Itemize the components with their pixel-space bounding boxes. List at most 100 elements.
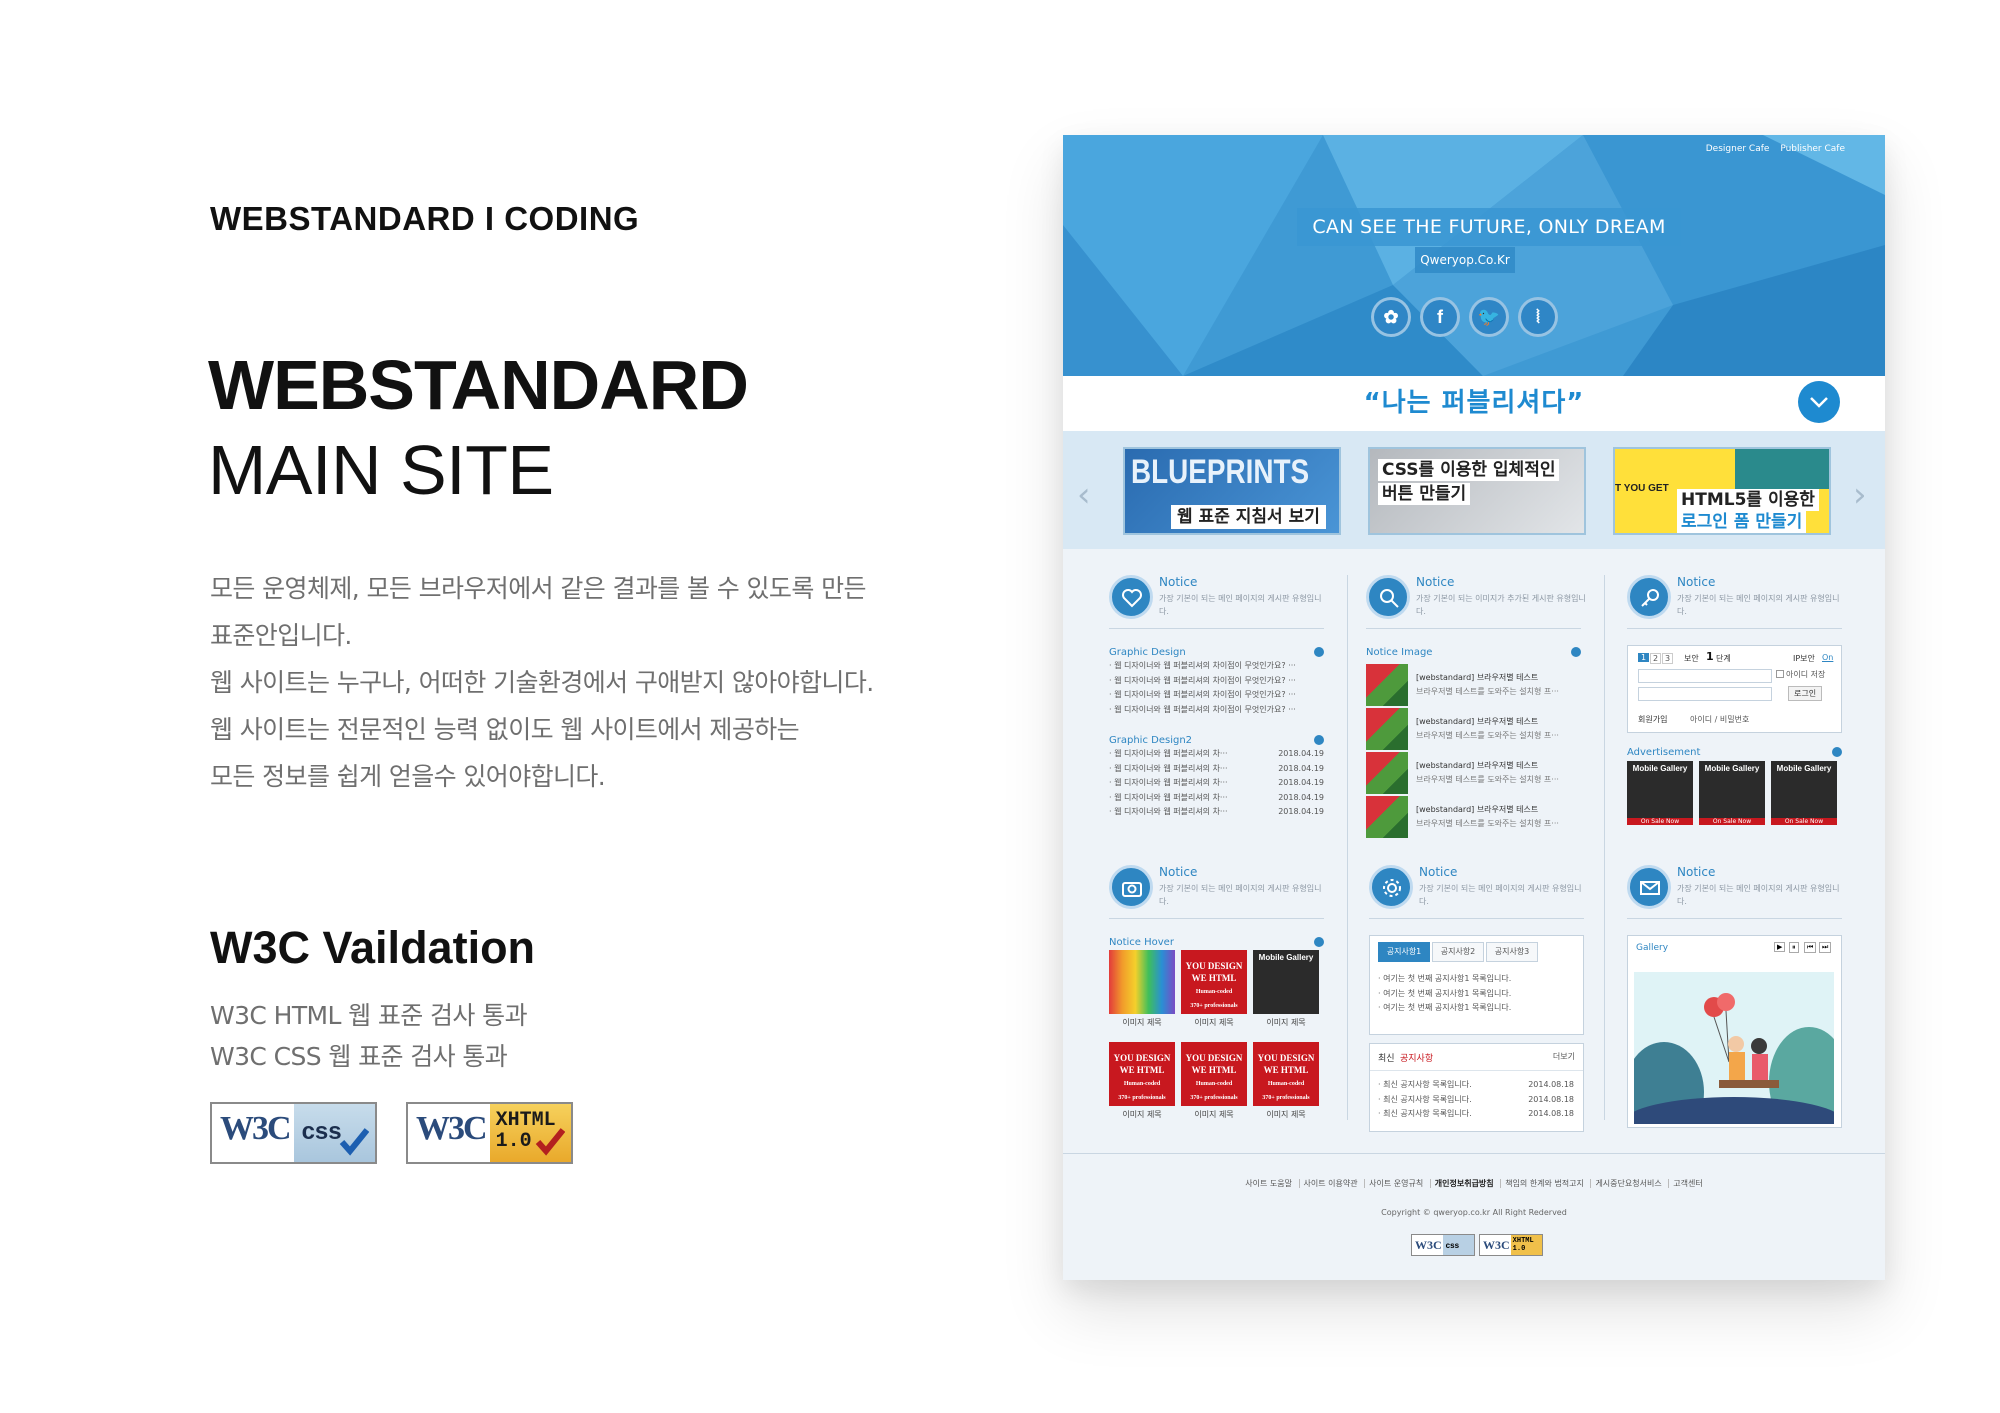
ad-thumbnail[interactable]: Mobile Gallery On Sale Now bbox=[1699, 761, 1765, 825]
list-item[interactable]: · 웹 디자이너와 웹 퍼블리셔의 차··· 2018.04.19 bbox=[1109, 791, 1324, 806]
footer-link[interactable]: 게시중단요청서비스 bbox=[1590, 1179, 1666, 1188]
list-item[interactable]: · 최신 공지사항 목록입니다. 2014.08.18 bbox=[1378, 1078, 1574, 1093]
list-item[interactable]: · 웹 디자이너와 웹 퍼블리셔의 차··· 2018.04.19 bbox=[1109, 762, 1324, 777]
list-item[interactable]: · 최신 공지사항 목록입니다. 2014.08.18 bbox=[1378, 1107, 1574, 1122]
panel-title[interactable]: Notice bbox=[1419, 865, 1457, 879]
security-page-1[interactable]: 1 bbox=[1638, 653, 1650, 662]
slide-html5-login[interactable]: T YOU GET HTML5를 이용한 로그인 폼 만들기 bbox=[1613, 447, 1831, 535]
promo-line: Human-coded bbox=[1195, 1081, 1233, 1087]
gallery-prev-button[interactable]: ⏮ bbox=[1804, 942, 1817, 953]
ad-sale: On Sale Now bbox=[1699, 818, 1765, 825]
facebook-icon[interactable]: f bbox=[1420, 297, 1460, 337]
section-title[interactable]: Graphic Design bbox=[1109, 647, 1186, 658]
list-item[interactable]: · 웹 디자이너와 웹 퍼블리셔의 차··· 2018.04.19 bbox=[1109, 805, 1324, 820]
list-item[interactable]: · 웹 디자이너와 웹 퍼블리셔의 차··· 2018.04.19 bbox=[1109, 747, 1324, 762]
panel-title[interactable]: Notice bbox=[1159, 575, 1197, 589]
section-title[interactable]: Notice Hover bbox=[1109, 937, 1174, 948]
footer-link[interactable]: 사이트 이용약관 bbox=[1298, 1179, 1362, 1188]
footer-link[interactable]: 사이트 운영규칙 bbox=[1364, 1179, 1428, 1188]
flickr-icon[interactable]: ✿ bbox=[1371, 297, 1411, 337]
top-link-publisher[interactable]: Publisher Cafe bbox=[1780, 144, 1845, 154]
rss-icon[interactable]: ⦚ bbox=[1518, 297, 1558, 337]
slide-caption: 웹 표준 지침서 보기 bbox=[1171, 505, 1326, 529]
username-input[interactable] bbox=[1638, 669, 1772, 683]
more-link[interactable]: 더보기 bbox=[1553, 1051, 1575, 1062]
w3c-css-badge[interactable]: W3C css bbox=[210, 1102, 377, 1164]
badge-label-text: XHTML bbox=[1512, 1237, 1534, 1245]
ip-security-toggle[interactable]: On bbox=[1822, 653, 1833, 662]
list-item[interactable]: · 여기는 첫 번째 공지사항1 목록입니다. bbox=[1378, 972, 1593, 987]
list-item[interactable]: · 웹 디자이너와 웹 퍼블리셔의 차이점이 무엇인가요? ··· bbox=[1109, 703, 1324, 718]
hover-thumbnail[interactable]: YOU DESIGN WE HTML Human-coded 370+ profess… bbox=[1181, 950, 1247, 1027]
plus-icon[interactable] bbox=[1314, 937, 1324, 947]
hover-thumbnail[interactable]: 이미지 제목 bbox=[1109, 950, 1175, 1027]
slider-next-icon[interactable]: › bbox=[1853, 475, 1867, 515]
slide-css-button[interactable]: CSS를 이용한 입체적인 버튼 만들기 bbox=[1368, 447, 1586, 535]
list-item[interactable]: · 여기는 첫 번째 공지사항1 목록입니다. bbox=[1378, 987, 1593, 1002]
image-news-item[interactable]: [webstandard] 브라우저별 테스트 브라우저별 테스트를 도와주는 설… bbox=[1366, 708, 1581, 750]
ip-security-label: IP보안 bbox=[1793, 654, 1815, 663]
mini-xhtml-badge[interactable]: W3C XHTML 1.0 bbox=[1479, 1234, 1543, 1256]
image-news-item[interactable]: [webstandard] 브라우저별 테스트 브라우저별 테스트를 도와주는 설… bbox=[1366, 664, 1581, 706]
image-news-item[interactable]: [webstandard] 브라우저별 테스트 브라우저별 테스트를 도와주는 설… bbox=[1366, 752, 1581, 794]
tab-notice3[interactable]: 공지사항3 bbox=[1486, 942, 1538, 962]
ad-thumbnail[interactable]: Mobile Gallery On Sale Now bbox=[1771, 761, 1837, 825]
tab-notice1[interactable]: 공지사항1 bbox=[1378, 942, 1430, 962]
list-item[interactable]: · 최신 공지사항 목록입니다. 2014.08.18 bbox=[1378, 1093, 1574, 1108]
gallery-next-button[interactable]: ⏭ bbox=[1819, 942, 1832, 953]
password-input[interactable] bbox=[1638, 687, 1772, 701]
section-title[interactable]: Notice Image bbox=[1366, 647, 1432, 658]
scroll-down-button[interactable] bbox=[1798, 381, 1840, 423]
list-item[interactable]: · 여기는 첫 번째 공지사항1 목록입니다. bbox=[1378, 1001, 1593, 1016]
copyright: Copyright © qweryop.co.kr All Right Rede… bbox=[1381, 1208, 1567, 1217]
footer-link[interactable]: 책임의 한계와 법적고지 bbox=[1500, 1179, 1588, 1188]
panel-title[interactable]: Notice bbox=[1677, 575, 1715, 589]
panel-title[interactable]: Notice bbox=[1159, 865, 1197, 879]
top-link-designer[interactable]: Designer Cafe bbox=[1706, 144, 1770, 154]
ad-thumbnail[interactable]: Mobile Gallery On Sale Now bbox=[1627, 761, 1693, 825]
gallery-pause-button[interactable]: ⏸ bbox=[1789, 942, 1799, 953]
security-page-2[interactable]: 2 bbox=[1650, 653, 1662, 664]
badge-label: css bbox=[293, 1104, 375, 1162]
twitter-icon[interactable]: 🐦 bbox=[1469, 297, 1509, 337]
notice-tabs-box: 공지사항1 공지사항2 공지사항3 · 여기는 첫 번째 공지사항1 목록입니다… bbox=[1369, 935, 1584, 1035]
list-item[interactable]: · 웹 디자이너와 웹 퍼블리셔의 차··· 2018.04.19 bbox=[1109, 776, 1324, 791]
section-title[interactable]: Graphic Design2 bbox=[1109, 735, 1192, 746]
security-page-3[interactable]: 3 bbox=[1662, 653, 1674, 664]
save-id-checkbox[interactable] bbox=[1776, 670, 1784, 678]
hover-thumbnail[interactable]: YOU DESIGN WE HTML Human-coded 370+ profess… bbox=[1253, 1042, 1319, 1119]
footer-link[interactable]: 고객센터 bbox=[1668, 1179, 1707, 1188]
image-news-item[interactable]: [webstandard] 브라우저별 테스트 브라우저별 테스트를 도와주는 설… bbox=[1366, 796, 1581, 838]
list-item[interactable]: · 웹 디자이너와 웹 퍼블리셔의 차이점이 무엇인가요? ··· bbox=[1109, 674, 1324, 689]
list-item[interactable]: · 웹 디자이너와 웹 퍼블리셔의 차이점이 무엇인가요? ··· bbox=[1109, 688, 1324, 703]
list-item-title: · 웹 디자이너와 웹 퍼블리셔의 차··· bbox=[1109, 807, 1228, 816]
gear-icon bbox=[1383, 879, 1401, 897]
login-button[interactable]: 로그인 bbox=[1788, 686, 1823, 701]
recent-prefix: 최신 bbox=[1378, 1054, 1395, 1064]
join-link[interactable]: 회원가입 bbox=[1638, 714, 1667, 725]
w3c-xhtml-badge[interactable]: W3C XHTML 1.0 bbox=[406, 1102, 573, 1164]
footer-link[interactable]: 사이트 도움말 bbox=[1241, 1179, 1296, 1188]
find-account-link[interactable]: 아이디 / 비밀번호 bbox=[1690, 714, 1749, 725]
hover-thumbnail[interactable]: YOU DESIGN WE HTML Human-coded 370+ profess… bbox=[1109, 1042, 1175, 1119]
mini-css-badge[interactable]: W3C css bbox=[1411, 1234, 1475, 1256]
list-item-date: 2018.04.19 bbox=[1278, 763, 1324, 773]
panel-title[interactable]: Notice bbox=[1416, 575, 1454, 589]
plus-icon[interactable] bbox=[1314, 735, 1324, 745]
list-item-date: 2014.08.18 bbox=[1528, 1109, 1574, 1118]
panel-title[interactable]: Notice bbox=[1677, 865, 1715, 879]
list-item[interactable]: · 웹 디자이너와 웹 퍼블리셔의 차이점이 무엇인가요? ··· bbox=[1109, 659, 1324, 674]
plus-icon[interactable] bbox=[1314, 647, 1324, 657]
plus-icon[interactable] bbox=[1832, 747, 1842, 757]
slide-blueprints[interactable]: BLUEPRINTS 웹 표준 지침서 보기 bbox=[1123, 447, 1341, 535]
section-title[interactable]: Advertisement bbox=[1627, 747, 1700, 758]
plus-icon[interactable] bbox=[1571, 647, 1581, 657]
hover-thumbnail[interactable]: Mobile Gallery 이미지 제목 bbox=[1253, 950, 1319, 1027]
footer-link-privacy[interactable]: 개인정보취급방침 bbox=[1429, 1179, 1498, 1188]
gallery-play-button[interactable]: ▶ bbox=[1774, 942, 1786, 952]
slider-prev-icon[interactable]: ‹ bbox=[1077, 475, 1091, 515]
divider bbox=[1109, 918, 1324, 919]
hover-thumbnail[interactable]: YOU DESIGN WE HTML Human-coded 370+ profess… bbox=[1181, 1042, 1247, 1119]
tab-notice2[interactable]: 공지사항2 bbox=[1432, 942, 1484, 962]
gallery-illustration[interactable] bbox=[1634, 972, 1834, 1124]
